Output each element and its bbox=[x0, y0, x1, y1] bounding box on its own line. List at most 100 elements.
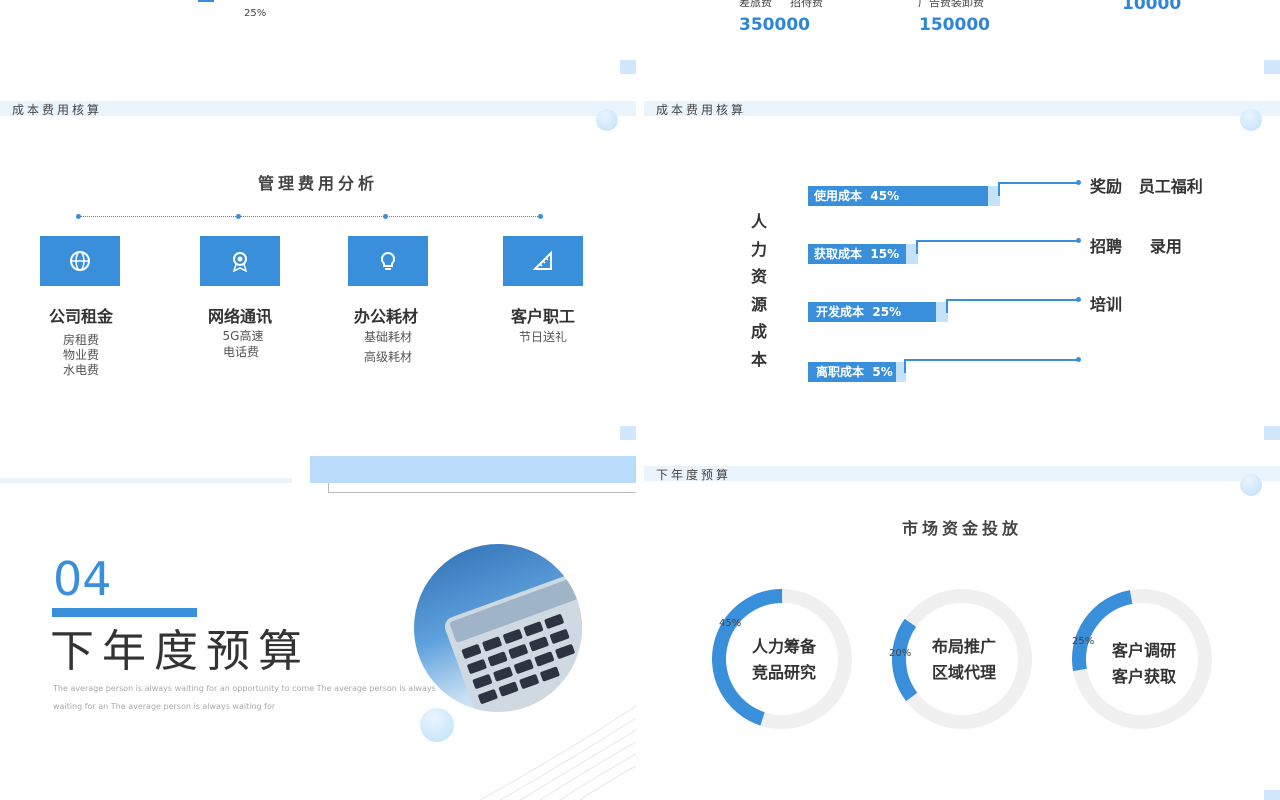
expense-value-1: 350000 bbox=[739, 15, 810, 35]
connector-dot bbox=[1076, 297, 1081, 302]
right-label: 招聘 录用 bbox=[1090, 237, 1182, 256]
decor-bubble bbox=[1240, 474, 1262, 496]
donut-line: 区域代理 bbox=[931, 663, 996, 682]
slide-header: 下年度预算 bbox=[656, 468, 732, 482]
slide-hr-cost[interactable]: 成本费用核算 人 力 资 源 成 本 使用成本 45% 获取成本 15% 开发成… bbox=[644, 101, 1280, 457]
expense-label-1: 差旅费 bbox=[739, 0, 772, 9]
feature-title-office: 办公耗材 bbox=[353, 307, 418, 326]
bar-label: 使用成本 bbox=[814, 189, 863, 203]
connector bbox=[946, 299, 1078, 301]
header-band bbox=[644, 466, 1280, 481]
corner-square bbox=[1264, 790, 1280, 800]
slide-top-right[interactable]: 差旅费 招待费 广告费装卸费 350000 150000 10000 bbox=[644, 0, 1280, 95]
bar-use-cost: 使用成本 45% bbox=[808, 186, 988, 206]
slide-top-left[interactable]: 25% bbox=[0, 0, 636, 95]
slide-section-budget[interactable]: 04 下年度预算 The average person is always wa… bbox=[0, 456, 636, 800]
connector bbox=[904, 359, 906, 373]
expense-label-3: 广告费装卸费 bbox=[918, 0, 984, 9]
timeline-dot-1 bbox=[76, 214, 81, 219]
percent-label: 25% bbox=[244, 8, 267, 19]
section-desc-line: waiting for an The average person is alw… bbox=[53, 702, 276, 711]
right-label: 培训 bbox=[1090, 295, 1123, 314]
donut-center-text: 客户调研 客户获取 bbox=[1089, 638, 1199, 690]
donut-line: 客户获取 bbox=[1111, 667, 1176, 686]
slide-cost-analysis[interactable]: 成本费用核算 管理费用分析 公司租金 房租费 物业费 水电费 网络通讯 5G高速… bbox=[0, 101, 636, 457]
vertical-title-char: 本 bbox=[750, 350, 767, 369]
award-icon bbox=[232, 252, 248, 272]
bar-pct: 5% bbox=[872, 365, 893, 379]
feature-box-staff bbox=[503, 236, 583, 286]
feature-line: 房租费 bbox=[62, 333, 99, 347]
connector bbox=[998, 182, 1000, 196]
feature-line: 水电费 bbox=[62, 363, 99, 377]
expense-label-2: 招待费 bbox=[790, 0, 823, 9]
timeline-dot-3 bbox=[383, 214, 388, 219]
connector bbox=[916, 240, 918, 254]
vertical-title-char: 人 bbox=[750, 212, 767, 231]
top-bar-light bbox=[310, 456, 636, 483]
expense-value-2: 150000 bbox=[919, 15, 990, 35]
bar-pct: 15% bbox=[870, 247, 900, 261]
corner-square bbox=[620, 426, 636, 440]
decor-bubble bbox=[420, 708, 454, 742]
vertical-title-char: 源 bbox=[750, 295, 767, 314]
section-desc-line: The average person is always waiting for… bbox=[53, 684, 436, 693]
connector-dot bbox=[1076, 238, 1081, 243]
slide-grid: 25% 差旅费 招待费 广告费装卸费 350000 150000 10000 成… bbox=[0, 0, 1280, 800]
vertical-title-char: 成 bbox=[750, 322, 767, 341]
decor-lines bbox=[480, 705, 636, 800]
feature-title-staff: 客户职工 bbox=[510, 307, 575, 326]
decor-bubble bbox=[596, 109, 618, 131]
connector bbox=[998, 182, 1078, 184]
top-stripe bbox=[0, 456, 292, 483]
feature-line: 5G高速 bbox=[222, 329, 264, 343]
legend-square bbox=[198, 0, 214, 2]
corner-square bbox=[1264, 60, 1280, 74]
slide-header: 成本费用核算 bbox=[12, 103, 103, 117]
lightbulb-icon bbox=[380, 251, 396, 270]
connector bbox=[946, 299, 948, 313]
connector bbox=[904, 359, 1078, 361]
ruler-icon bbox=[532, 250, 552, 270]
feature-line: 物业费 bbox=[62, 348, 99, 362]
calculator-image bbox=[414, 544, 582, 712]
decor-bubble bbox=[1240, 109, 1262, 131]
connector bbox=[916, 240, 1078, 242]
donut-line: 竞品研究 bbox=[751, 663, 816, 682]
feature-box-rent bbox=[40, 236, 120, 286]
vertical-title-char: 力 bbox=[750, 240, 767, 259]
feature-line: 高级耗材 bbox=[363, 350, 412, 364]
feature-title-network: 网络通讯 bbox=[207, 307, 272, 326]
donut-line: 客户调研 bbox=[1111, 641, 1176, 660]
timeline-dot-4 bbox=[538, 214, 543, 219]
bar-pct: 25% bbox=[872, 305, 902, 319]
feature-line: 基础耗材 bbox=[363, 330, 412, 344]
vertical-title-char: 资 bbox=[750, 267, 767, 286]
bar-pct: 45% bbox=[870, 189, 900, 203]
slide-header: 成本费用核算 bbox=[656, 103, 747, 117]
slide-title: 管理费用分析 bbox=[257, 174, 378, 193]
bar-leave-cost: 离职成本 5% bbox=[808, 362, 896, 382]
slide-market-funds[interactable]: 下年度预算 市场资金投放 45% 人力筹备 竞品研究 20% 布局推广 区域代理 2… bbox=[644, 466, 1280, 800]
donut-pct-label: 20% bbox=[889, 648, 912, 659]
bar-label: 获取成本 bbox=[814, 247, 863, 261]
feature-line: 电话费 bbox=[222, 345, 259, 359]
dotted-line bbox=[78, 216, 542, 217]
number-underline bbox=[52, 608, 197, 617]
donut-line: 人力筹备 bbox=[751, 637, 816, 656]
feature-box-network bbox=[200, 236, 280, 286]
section-title: 下年度预算 bbox=[50, 626, 310, 677]
bar-label: 离职成本 bbox=[816, 365, 865, 379]
right-label: 奖励 员工福利 bbox=[1090, 177, 1203, 196]
connector-dot bbox=[1076, 357, 1081, 362]
expense-value-3: 10000 bbox=[1122, 0, 1182, 14]
feature-line: 节日送礼 bbox=[518, 330, 567, 344]
feature-title-rent: 公司租金 bbox=[48, 307, 113, 326]
donut-line: 布局推广 bbox=[931, 637, 996, 656]
globe-icon bbox=[70, 251, 90, 271]
corner-square bbox=[620, 60, 636, 74]
bar-label: 开发成本 bbox=[816, 305, 865, 319]
slide-title: 市场资金投放 bbox=[901, 519, 1022, 538]
donut-pct-label: 45% bbox=[719, 618, 742, 629]
donut-center-text: 布局推广 区域代理 bbox=[909, 634, 1019, 686]
